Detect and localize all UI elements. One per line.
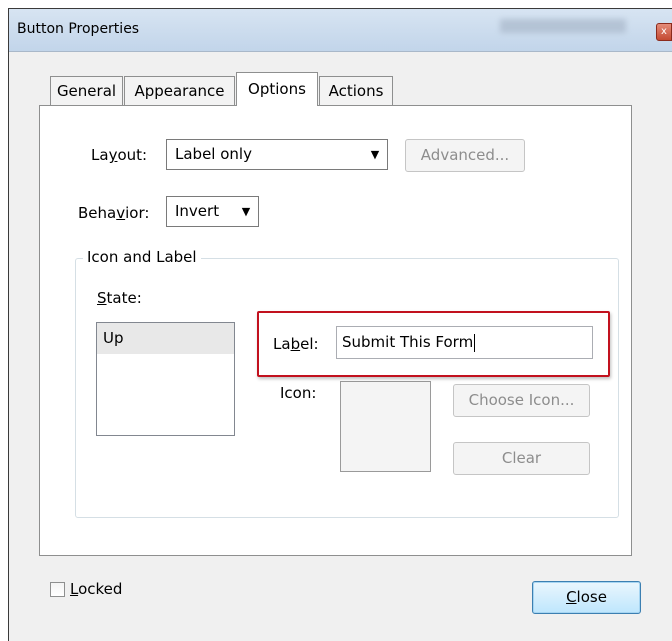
label-input[interactable]: Submit This Form — [336, 326, 593, 359]
text-caret — [474, 333, 476, 352]
locked-label[interactable]: Locked — [70, 580, 122, 598]
behavior-dropdown[interactable]: Invert ▼ — [166, 196, 259, 227]
close-button[interactable]: Close — [532, 581, 641, 614]
dropdown-arrow-icon: ▼ — [241, 204, 251, 218]
panel-content: Layout: Label only ▼ Advanced... Behavio… — [0, 0, 672, 641]
advanced-button[interactable]: Advanced... — [405, 139, 525, 172]
label-field-label: Label: — [273, 335, 319, 353]
choose-icon-button[interactable]: Choose Icon... — [453, 384, 590, 417]
layout-label: Layout: — [91, 146, 148, 164]
list-item[interactable]: Up — [97, 323, 234, 354]
layout-value: Label only — [175, 145, 252, 163]
behavior-label: Behavior: — [78, 204, 150, 222]
locked-checkbox[interactable] — [50, 582, 65, 597]
state-label: State: — [97, 289, 142, 307]
label-input-value: Submit This Form — [342, 333, 474, 351]
dropdown-arrow-icon: ▼ — [370, 147, 380, 161]
layout-dropdown[interactable]: Label only ▼ — [166, 139, 388, 170]
icon-and-label-title: Icon and Label — [83, 248, 201, 266]
icon-label: Icon: — [280, 384, 317, 402]
clear-button[interactable]: Clear — [453, 442, 590, 475]
state-list[interactable]: Up — [96, 322, 235, 436]
icon-preview — [340, 381, 431, 472]
behavior-value: Invert — [175, 202, 220, 220]
